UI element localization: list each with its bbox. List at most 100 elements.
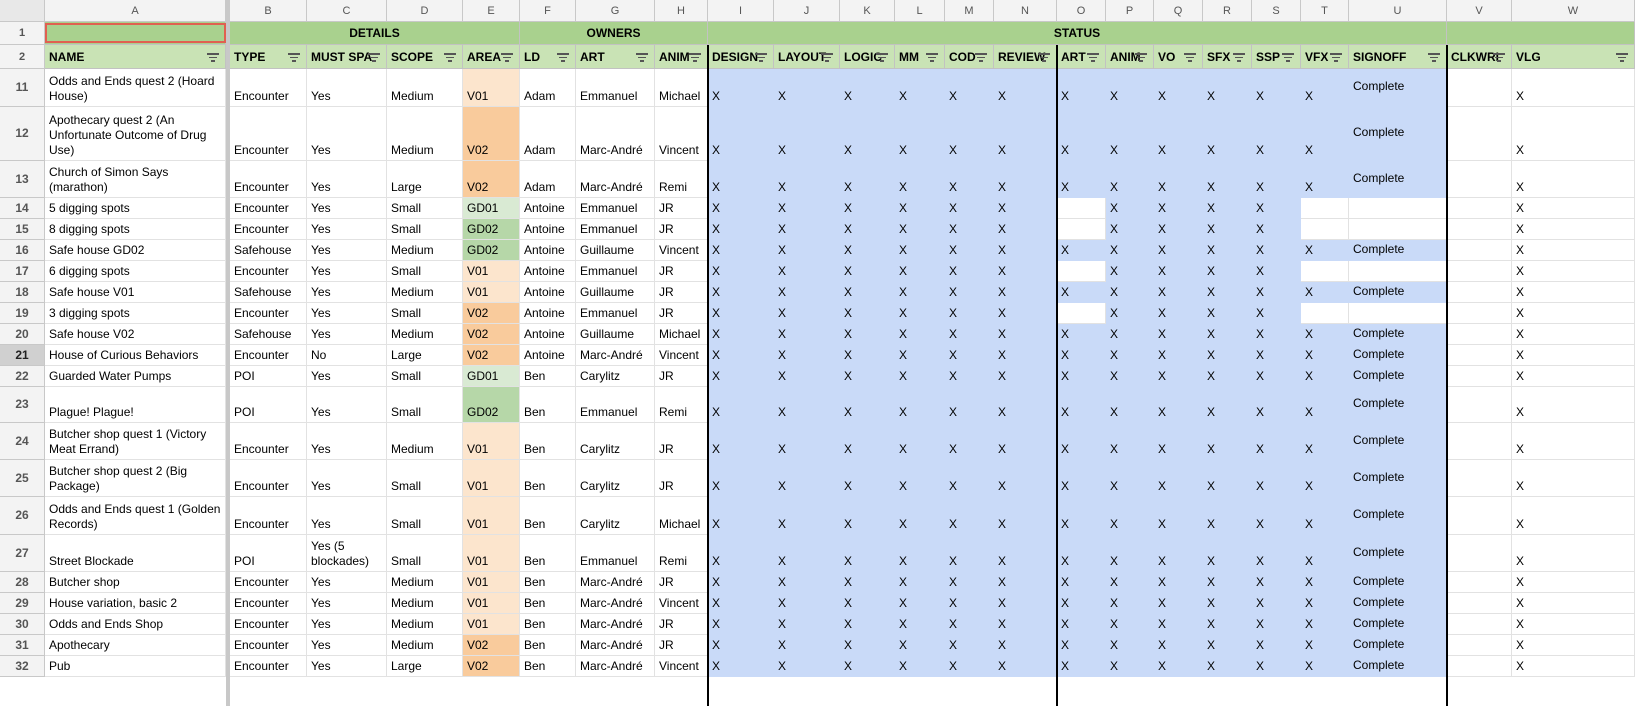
cell-ld[interactable]: Ben	[520, 460, 576, 497]
filter-icon[interactable]	[1282, 53, 1294, 62]
cell-type[interactable]: Safehouse	[230, 282, 307, 303]
cell-review[interactable]: X	[994, 387, 1057, 423]
cell-layout[interactable]: X	[774, 535, 840, 572]
cell-ssp[interactable]: X	[1252, 423, 1301, 460]
cell-vo[interactable]: X	[1154, 423, 1203, 460]
cell-anim2[interactable]: X	[1106, 261, 1154, 282]
cell-scope[interactable]: Medium	[387, 282, 463, 303]
cell-ld[interactable]: Ben	[520, 535, 576, 572]
column-letter-d[interactable]: D	[387, 0, 463, 22]
column-letter-s[interactable]: S	[1252, 0, 1301, 22]
cell-clk[interactable]	[1447, 198, 1512, 219]
cell-anim[interactable]: JR	[655, 219, 708, 240]
cell-mm[interactable]: X	[895, 635, 945, 656]
column-title-name[interactable]: NAME	[45, 45, 226, 69]
cell-ld[interactable]: Antoine	[520, 198, 576, 219]
row-number[interactable]: 2	[0, 45, 45, 69]
cell-vfx[interactable]: X	[1301, 593, 1349, 614]
cell-must[interactable]: Yes	[307, 366, 387, 387]
cell-vlg[interactable]: X	[1512, 460, 1635, 497]
row-number[interactable]: 24	[0, 423, 45, 460]
cell-sfx[interactable]: X	[1203, 423, 1252, 460]
cell-vfx[interactable]	[1301, 261, 1349, 282]
cell-ld[interactable]: Adam	[520, 107, 576, 161]
cell-anim[interactable]: Remi	[655, 535, 708, 572]
group-status[interactable]: STATUS	[708, 22, 1447, 45]
cell-art2[interactable]: X	[1057, 345, 1106, 366]
cell-vlg[interactable]: X	[1512, 635, 1635, 656]
cell-ld[interactable]: Antoine	[520, 219, 576, 240]
column-title-layout[interactable]: LAYOUT	[774, 45, 840, 69]
cell-scope[interactable]: Medium	[387, 240, 463, 261]
cell-anim[interactable]: JR	[655, 282, 708, 303]
cell-anim[interactable]: Vincent	[655, 107, 708, 161]
cell-art[interactable]: Emmanuel	[576, 69, 655, 107]
cell-scope[interactable]: Medium	[387, 572, 463, 593]
cell-must[interactable]: Yes	[307, 656, 387, 677]
cell-layout[interactable]: X	[774, 656, 840, 677]
cell-signoff[interactable]: Complete	[1349, 387, 1447, 423]
cell-clk[interactable]	[1447, 656, 1512, 677]
cell-art[interactable]: Emmanuel	[576, 198, 655, 219]
cell-layout[interactable]: X	[774, 572, 840, 593]
cell-logic[interactable]: X	[840, 261, 895, 282]
cell-cod[interactable]: X	[945, 460, 994, 497]
cell-anim2[interactable]: X	[1106, 535, 1154, 572]
cell-mm[interactable]: X	[895, 460, 945, 497]
cell-ssp[interactable]: X	[1252, 345, 1301, 366]
cell-name[interactable]: Odds and Ends quest 1 (Golden Records)	[45, 497, 226, 535]
filter-icon[interactable]	[501, 53, 513, 62]
cell-anim2[interactable]: X	[1106, 282, 1154, 303]
cell-logic[interactable]: X	[840, 161, 895, 198]
cell-art2[interactable]	[1057, 198, 1106, 219]
cell-vo[interactable]: X	[1154, 161, 1203, 198]
filter-icon[interactable]	[1330, 53, 1342, 62]
column-title-art2[interactable]: ART	[1057, 45, 1106, 69]
cell-layout[interactable]: X	[774, 107, 840, 161]
cell-name[interactable]: Butcher shop quest 2 (Big Package)	[45, 460, 226, 497]
cell-area[interactable]: V01	[463, 282, 520, 303]
cell-vfx[interactable]: X	[1301, 572, 1349, 593]
cell-scope[interactable]: Medium	[387, 423, 463, 460]
column-letter-a[interactable]: A	[45, 0, 226, 22]
cell-anim2[interactable]: X	[1106, 240, 1154, 261]
cell-anim2[interactable]: X	[1106, 366, 1154, 387]
cell-vfx[interactable]: X	[1301, 161, 1349, 198]
cell-vfx[interactable]: X	[1301, 497, 1349, 535]
cell-mm[interactable]: X	[895, 656, 945, 677]
cell-must[interactable]: Yes	[307, 324, 387, 345]
cell-vfx[interactable]: X	[1301, 345, 1349, 366]
cell-review[interactable]: X	[994, 198, 1057, 219]
cell-area[interactable]: V01	[463, 69, 520, 107]
column-title-must[interactable]: MUST SPA	[307, 45, 387, 69]
column-title-ssp[interactable]: SSP	[1252, 45, 1301, 69]
cell-anim2[interactable]: X	[1106, 497, 1154, 535]
cell-name[interactable]: Street Blockade	[45, 535, 226, 572]
column-letter-r[interactable]: R	[1203, 0, 1252, 22]
cell-must[interactable]: Yes	[307, 635, 387, 656]
cell-layout[interactable]: X	[774, 635, 840, 656]
cell-type[interactable]: Encounter	[230, 161, 307, 198]
cell-layout[interactable]: X	[774, 303, 840, 324]
row-number[interactable]: 12	[0, 107, 45, 161]
cell-art2[interactable]: X	[1057, 240, 1106, 261]
cell-vlg[interactable]: X	[1512, 198, 1635, 219]
cell-area[interactable]: V02	[463, 107, 520, 161]
cell-vlg[interactable]: X	[1512, 240, 1635, 261]
cell-vfx[interactable]: X	[1301, 282, 1349, 303]
cell-vlg[interactable]: X	[1512, 423, 1635, 460]
cell-must[interactable]: No	[307, 345, 387, 366]
cell-type[interactable]: POI	[230, 535, 307, 572]
cell-area[interactable]: V02	[463, 324, 520, 345]
cell-area[interactable]: V01	[463, 614, 520, 635]
cell-signoff[interactable]: Complete	[1349, 635, 1447, 656]
cell-layout[interactable]: X	[774, 161, 840, 198]
cell-review[interactable]: X	[994, 282, 1057, 303]
row-number[interactable]: 19	[0, 303, 45, 324]
column-letter-i[interactable]: I	[708, 0, 774, 22]
cell-sfx[interactable]: X	[1203, 198, 1252, 219]
cell-clk[interactable]	[1447, 282, 1512, 303]
column-title-vo[interactable]: VO	[1154, 45, 1203, 69]
cell-signoff[interactable]: Complete	[1349, 282, 1447, 303]
cell-vlg[interactable]: X	[1512, 387, 1635, 423]
